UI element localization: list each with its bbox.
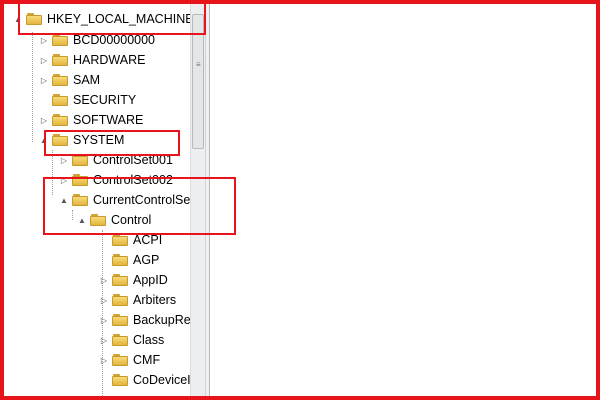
expand-arrow-icon[interactable]: ▷ [38,114,50,126]
registry-key-tree[interactable]: ▲ HKEY_LOCAL_MACHINE ▷ BCD00000000 ▷ HAR… [4,4,190,396]
expand-arrow-icon[interactable]: ▷ [98,334,110,346]
tree-node-bcd00000000[interactable]: ▷ BCD00000000 [38,30,155,50]
folder-icon [112,314,128,326]
folder-icon [52,134,68,146]
tree-node-cmf[interactable]: ▷ CMF [98,350,160,370]
tree-guide [52,150,53,195]
tree-node-hkey-local-machine[interactable]: ▲ HKEY_LOCAL_MACHINE [12,9,190,29]
tree-vertical-scrollbar[interactable]: ≡ [190,4,205,396]
expand-arrow-icon[interactable]: ▷ [98,294,110,306]
tree-node-controlset002[interactable]: ▷ ControlSet002 [58,170,173,190]
tree-node-codevicei[interactable]: CoDeviceI [98,370,190,390]
tree-node-label: Class [133,333,165,347]
tree-node-label: HARDWARE [73,53,146,67]
folder-icon [72,154,88,166]
tree-node-currentcontrolset[interactable]: ▲ CurrentControlSe [58,190,190,210]
tree-node-label: Arbiters [133,293,177,307]
expander-placeholder [98,374,110,386]
folder-icon [52,74,68,86]
tree-node-control[interactable]: ▲ Control [76,210,151,230]
tree-node-label: SECURITY [73,93,137,107]
collapse-arrow-icon[interactable]: ▲ [76,214,88,226]
expander-placeholder [98,234,110,246]
tree-node-software[interactable]: ▷ SOFTWARE [38,110,143,130]
folder-icon [112,294,128,306]
expand-arrow-icon[interactable]: ▷ [98,354,110,366]
tree-node-label: SAM [73,73,101,87]
registry-values-pane[interactable] [210,4,596,396]
collapse-arrow-icon[interactable]: ▲ [58,194,70,206]
scrollbar-thumb[interactable]: ≡ [192,14,204,149]
collapse-arrow-icon[interactable]: ▲ [38,134,50,146]
folder-icon [112,374,128,386]
folder-icon [112,234,128,246]
tree-node-label: CoDeviceI [133,373,190,387]
expander-placeholder [38,94,50,106]
folder-icon [52,94,68,106]
tree-node-label: ACPI [133,233,163,247]
folder-icon [52,54,68,66]
folder-icon [112,274,128,286]
tree-node-label: BackupRe [133,313,190,327]
folder-icon [52,114,68,126]
tree-node-label: SYSTEM [73,133,125,147]
expand-arrow-icon[interactable]: ▷ [98,274,110,286]
folder-icon [112,354,128,366]
grip-icon: ≡ [196,60,201,69]
tree-node-label: AGP [133,253,160,267]
collapse-arrow-icon[interactable]: ▲ [12,13,24,25]
tree-node-label: SOFTWARE [73,113,144,127]
tree-node-sam[interactable]: ▷ SAM [38,70,100,90]
tree-node-label: HKEY_LOCAL_MACHINE [47,12,190,26]
tree-node-arbiters[interactable]: ▷ Arbiters [98,290,176,310]
tree-node-security[interactable]: SECURITY [38,90,136,110]
folder-icon [112,254,128,266]
expand-arrow-icon[interactable]: ▷ [38,54,50,66]
tree-node-appid[interactable]: ▷ AppID [98,270,168,290]
expand-arrow-icon[interactable]: ▷ [38,34,50,46]
folder-icon [112,334,128,346]
expand-arrow-icon[interactable]: ▷ [58,154,70,166]
expand-arrow-icon[interactable]: ▷ [58,174,70,186]
tree-guide [72,210,73,220]
tree-node-label: ControlSet002 [93,173,173,187]
tree-node-label: CurrentControlSe [93,193,190,207]
tree-node-class[interactable]: ▷ Class [98,330,164,350]
expand-arrow-icon[interactable]: ▷ [38,74,50,86]
folder-icon [26,13,42,25]
tree-node-acpi[interactable]: ACPI [98,230,162,250]
expander-placeholder [98,254,110,266]
folder-icon [90,214,106,226]
tree-guide [32,32,33,142]
tree-node-label: ControlSet001 [93,153,173,167]
expand-arrow-icon[interactable]: ▷ [98,314,110,326]
tree-node-controlset001[interactable]: ▷ ControlSet001 [58,150,173,170]
tree-node-label: AppID [133,273,168,287]
tree-node-label: BCD00000000 [73,33,156,47]
tree-node-agp[interactable]: AGP [98,250,159,270]
folder-icon [52,34,68,46]
tree-node-system[interactable]: ▲ SYSTEM [38,130,124,150]
tree-node-hardware[interactable]: ▷ HARDWARE [38,50,146,70]
tree-node-backupre[interactable]: ▷ BackupRe [98,310,190,330]
folder-icon [72,174,88,186]
folder-icon [72,194,88,206]
tree-node-label: Control [111,213,152,227]
tree-node-label: CMF [133,353,161,367]
